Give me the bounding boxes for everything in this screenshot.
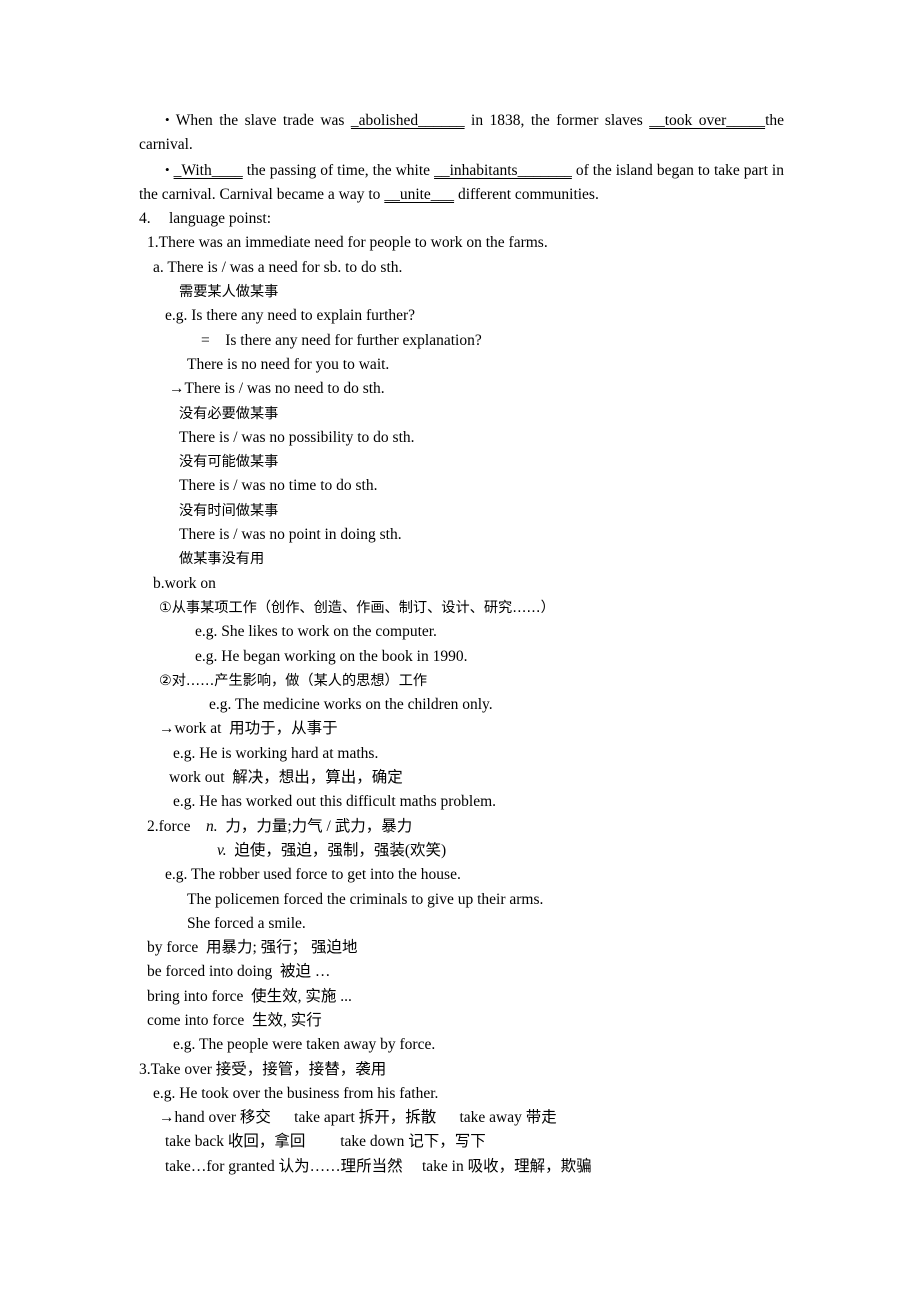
text-line: = Is there any need for further explanat… [201, 331, 482, 349]
text-line: e.g. She likes to work on the computer. [195, 623, 437, 641]
blank-1-text-before: When the slave trade was [175, 112, 351, 129]
bullet-icon: • [165, 161, 170, 177]
text-line: e.g. The robber used force to get into t… [165, 866, 461, 884]
text-line: 需要某人做某事 [179, 284, 279, 301]
blank-2-text-after: different communities. [454, 185, 599, 203]
text-line: There is / was no possibility to do sth. [179, 428, 415, 446]
fill-blank-paragraph-1: • When the slave trade was _abolished___… [139, 108, 784, 158]
text-line: 1.There was an immediate need for people… [147, 234, 548, 252]
part-of-speech-marker: n. [205, 817, 218, 835]
text-line: There is / was no time to do sth. [179, 477, 378, 495]
fill-blank-paragraph-2: • _With____ the passing of time, the whi… [139, 158, 784, 208]
text-line: 没有可能做某事 [179, 454, 279, 471]
blank-answer-took-over[interactable]: __took over_____ [649, 112, 765, 129]
blank-answer-with[interactable]: _With____ [174, 162, 243, 179]
text-line: →hand over 移交 take apart 拆开，拆散 take away… [159, 1109, 557, 1127]
text-line: e.g. He is working hard at maths. [173, 744, 379, 762]
blank-answer-unite[interactable]: __unite___ [384, 186, 454, 203]
text-line: work out 解决，想出，算出，确定 [169, 769, 403, 787]
text-line: 没有时间做某事 [179, 502, 279, 519]
section-number: 4. [139, 210, 151, 228]
blank-1-text-middle: in 1838, the former slaves [464, 112, 650, 129]
blank-2-text-before: the passing of time, the white [242, 161, 435, 179]
section-heading-language-points: 4. language poinst: [139, 207, 784, 231]
text-line: →There is / was no need to do sth. [169, 380, 385, 398]
text-line: 做某事没有用 [179, 551, 265, 568]
text-line: 3.Take over 接受，接管，接替，袭用 [139, 1060, 387, 1078]
text-line: 没有必要做某事 [179, 405, 279, 422]
text-line: She forced a smile. [187, 914, 306, 932]
text-line: e.g. Is there any need to explain furthe… [165, 307, 416, 325]
text-line: e.g. He took over the business from his … [153, 1084, 439, 1102]
text-line: ①从事某项工作（创作、创造、作画、制订、设计、研究……） [159, 599, 555, 616]
bullet-icon: • [165, 112, 170, 127]
text-line: take…for granted 认为……理所当然 take in 吸收，理解，… [165, 1157, 592, 1175]
blank-answer-inhabitants[interactable]: __inhabitants_______ [434, 162, 572, 179]
section-title: language poinst: [169, 210, 272, 228]
text-line: e.g. The medicine works on the children … [209, 696, 493, 714]
text-line: v. 迫使，强迫，强制，强装(欢笑) [217, 841, 447, 859]
text-line: bring into force 使生效, 实施 ... [147, 987, 352, 1005]
text-line: e.g. He began working on the book in 199… [195, 647, 468, 665]
text-line: There is no need for you to wait. [187, 355, 390, 373]
text-line: ②对……产生影响，做（某人的思想）工作 [159, 672, 428, 689]
text-line: e.g. He has worked out this difficult ma… [173, 793, 497, 811]
text-line: come into force 生效, 实行 [147, 1011, 322, 1029]
text-line: e.g. The people were taken away by force… [173, 1036, 436, 1054]
text-line: be forced into doing 被迫 … [147, 963, 331, 981]
text-line: b.work on [153, 574, 216, 592]
text-line: There is / was no point in doing sth. [179, 526, 402, 544]
text-line: a. There is / was a need for sb. to do s… [153, 258, 403, 276]
language-points-list: 1.There was an immediate need for people… [139, 231, 784, 1179]
text-line: The policemen forced the criminals to gi… [187, 890, 544, 908]
part-of-speech-marker: v. [217, 841, 227, 859]
text-line: by force 用暴力; 强行； 强迫地 [147, 939, 358, 957]
document-page: • When the slave trade was _abolished___… [0, 0, 920, 1302]
text-line: →work at 用功于，从事于 [159, 720, 338, 738]
text-line: take back 收回，拿回 take down 记下，写下 [165, 1133, 486, 1151]
document-text-body: • When the slave trade was _abolished___… [139, 108, 784, 1179]
blank-answer-abolished[interactable]: _abolished______ [351, 112, 465, 129]
text-line: 2.force n. 力，力量;力气 / 武力，暴力 [147, 817, 413, 835]
